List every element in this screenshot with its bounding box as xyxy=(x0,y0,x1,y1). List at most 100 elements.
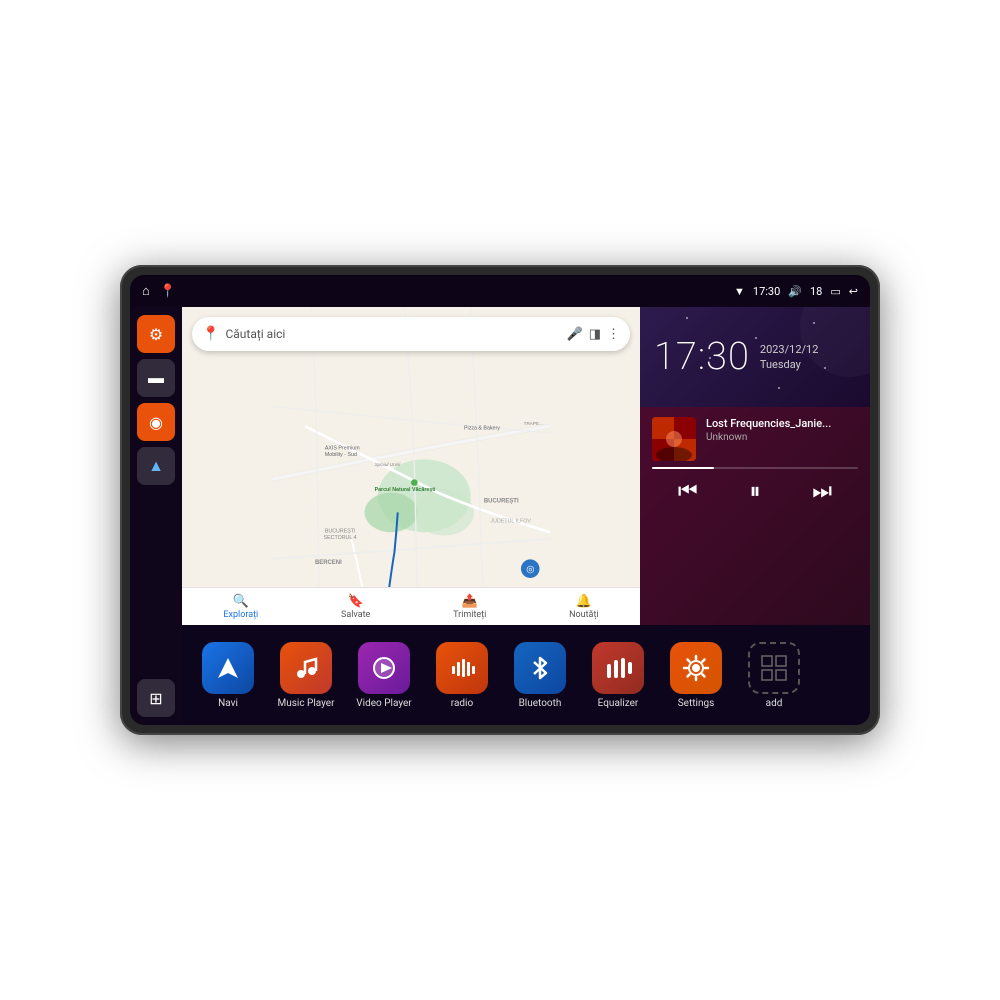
bluetooth-app-icon xyxy=(514,642,566,694)
status-bar: ⌂ 📍 ▼ 17:30 🔊 18 ▭ ↩ xyxy=(130,275,870,307)
battery-level: 18 xyxy=(810,285,822,298)
settings-icon: ⚙ xyxy=(149,325,163,344)
app-video-player[interactable]: Video Player xyxy=(346,642,422,709)
map-search-bar[interactable]: 📍 Căutați aici 🎤 ◨ ⋮ xyxy=(192,317,630,351)
svg-text:BUCUREȘTI: BUCUREȘTI xyxy=(325,528,356,534)
app-navi[interactable]: Navi xyxy=(190,642,266,709)
maps-icon: ◉ xyxy=(149,413,163,432)
back-icon[interactable]: ↩ xyxy=(849,285,858,298)
nav-icon: ▲ xyxy=(148,456,164,476)
news-icon: 🔔 xyxy=(576,594,592,609)
battery-icon: ▭ xyxy=(830,285,840,298)
map-nav-explore[interactable]: 🔍 Explorați xyxy=(223,594,258,620)
music-progress-fill xyxy=(652,467,714,469)
clock-widget: 17:30 2023/12/12 Tuesday xyxy=(640,307,870,407)
content-area: ◎ AXIS Premium Mobility - Sud Pizza & Ba… xyxy=(182,307,870,725)
music-widget: Lost Frequencies_Janie... Unknown ⏮ ⏸ ⏭ xyxy=(640,407,870,625)
map-svg: ◎ AXIS Premium Mobility - Sud Pizza & Ba… xyxy=(182,307,640,625)
home-icon[interactable]: ⌂ xyxy=(142,283,150,299)
location-icon[interactable]: 📍 xyxy=(160,284,176,299)
sidebar-files-btn[interactable]: ▬ xyxy=(137,359,175,397)
explore-icon: 🔍 xyxy=(233,594,249,609)
map-nav-news[interactable]: 🔔 Noutăți xyxy=(569,594,599,620)
pause-button[interactable]: ⏸ xyxy=(749,479,760,504)
navi-icon xyxy=(202,642,254,694)
video-player-icon xyxy=(358,642,410,694)
add-label: add xyxy=(766,698,783,709)
app-music-player[interactable]: Music Player xyxy=(268,642,344,709)
app-equalizer[interactable]: Equalizer xyxy=(580,642,656,709)
radio-label: radio xyxy=(451,698,473,709)
app-add[interactable]: add xyxy=(736,642,812,709)
music-controls: ⏮ ⏸ ⏭ xyxy=(652,479,858,504)
grid-icon: ⊞ xyxy=(149,689,162,708)
map-background: ◎ AXIS Premium Mobility - Sud Pizza & Ba… xyxy=(182,307,640,625)
album-art-inner xyxy=(652,417,696,461)
map-pin-icon: 📍 xyxy=(202,326,219,342)
svg-text:AXIS Premium: AXIS Premium xyxy=(325,445,360,451)
mic-icon[interactable]: 🎤 xyxy=(567,327,583,342)
svg-text:Mobility - Sud: Mobility - Sud xyxy=(325,452,357,458)
sidebar-grid-btn[interactable]: ⊞ xyxy=(137,679,175,717)
app-radio[interactable]: radio xyxy=(424,642,500,709)
navi-label: Navi xyxy=(218,698,238,709)
music-info: Lost Frequencies_Janie... Unknown xyxy=(652,417,858,461)
music-player-label: Music Player xyxy=(277,698,334,709)
clock-status: 17:30 xyxy=(753,285,780,298)
music-player-icon xyxy=(280,642,332,694)
share-label: Trimiteți xyxy=(453,610,486,620)
car-head-unit: ⌂ 📍 ▼ 17:30 🔊 18 ▭ ↩ ⚙ ▬ xyxy=(120,265,880,735)
svg-text:JUDEȚUL ILFOV: JUDEȚUL ILFOV xyxy=(491,518,532,524)
music-artist: Unknown xyxy=(706,432,831,443)
radio-icon xyxy=(436,642,488,694)
news-label: Noutăți xyxy=(569,610,599,620)
music-text: Lost Frequencies_Janie... Unknown xyxy=(706,417,831,443)
map-container[interactable]: ◎ AXIS Premium Mobility - Sud Pizza & Ba… xyxy=(182,307,640,625)
map-search-text[interactable]: Căutați aici xyxy=(225,327,560,341)
clock-date: 2023/12/12 Tuesday xyxy=(760,343,819,371)
layers-icon[interactable]: ◨ xyxy=(589,327,601,342)
equalizer-label: Equalizer xyxy=(598,698,639,709)
svg-text:TRAPE...: TRAPE... xyxy=(524,421,543,426)
clock-day: Tuesday xyxy=(760,358,819,371)
share-icon: 📤 xyxy=(462,594,478,609)
sidebar-maps-btn[interactable]: ◉ xyxy=(137,403,175,441)
app-settings[interactable]: Settings xyxy=(658,642,734,709)
svg-text:SECTORUL 4: SECTORUL 4 xyxy=(324,535,357,541)
saved-label: Salvate xyxy=(341,610,370,620)
top-section: ◎ AXIS Premium Mobility - Sud Pizza & Ba… xyxy=(182,307,870,625)
settings-label: Settings xyxy=(678,698,715,709)
settings-app-icon xyxy=(670,642,722,694)
svg-text:BERCENI: BERCENI xyxy=(315,560,342,566)
sidebar-settings-btn[interactable]: ⚙ xyxy=(137,315,175,353)
wifi-icon: ▼ xyxy=(734,285,745,298)
map-bottom-nav: 🔍 Explorați 🔖 Salvate 📤 Trimiteți xyxy=(182,587,640,625)
map-nav-saved[interactable]: 🔖 Salvate xyxy=(341,594,370,620)
map-search-icons: 🎤 ◨ ⋮ xyxy=(567,327,620,342)
music-progress-bar[interactable] xyxy=(652,467,858,469)
svg-text:BUCUREȘTI: BUCUREȘTI xyxy=(484,498,519,504)
app-bluetooth[interactable]: Bluetooth xyxy=(502,642,578,709)
equalizer-icon xyxy=(592,642,644,694)
svg-text:Splaiul Unirii: Splaiul Unirii xyxy=(375,462,402,467)
bluetooth-label: Bluetooth xyxy=(519,698,562,709)
screen: ⌂ 📍 ▼ 17:30 🔊 18 ▭ ↩ ⚙ ▬ xyxy=(130,275,870,725)
prev-button[interactable]: ⏮ xyxy=(678,479,698,504)
video-player-label: Video Player xyxy=(356,698,411,709)
sidebar: ⚙ ▬ ◉ ▲ ⊞ xyxy=(130,307,182,725)
map-nav-share[interactable]: 📤 Trimiteți xyxy=(453,594,486,620)
svg-text:Pizza & Bakery: Pizza & Bakery xyxy=(464,426,500,432)
files-icon: ▬ xyxy=(148,368,164,388)
clock-date-value: 2023/12/12 xyxy=(760,343,819,356)
music-title: Lost Frequencies_Janie... xyxy=(706,417,831,430)
clock-time: 17:30 xyxy=(654,338,750,376)
more-icon[interactable]: ⋮ xyxy=(607,327,620,342)
app-grid: Navi Music Player xyxy=(182,625,870,725)
sidebar-nav-btn[interactable]: ▲ xyxy=(137,447,175,485)
svg-text:Parcul Natural Văcărești: Parcul Natural Văcărești xyxy=(375,487,436,493)
add-icon xyxy=(748,642,800,694)
info-panel: 17:30 2023/12/12 Tuesday xyxy=(640,307,870,625)
main-area: ⚙ ▬ ◉ ▲ ⊞ xyxy=(130,307,870,725)
volume-icon: 🔊 xyxy=(788,285,802,298)
next-button[interactable]: ⏭ xyxy=(812,479,832,504)
